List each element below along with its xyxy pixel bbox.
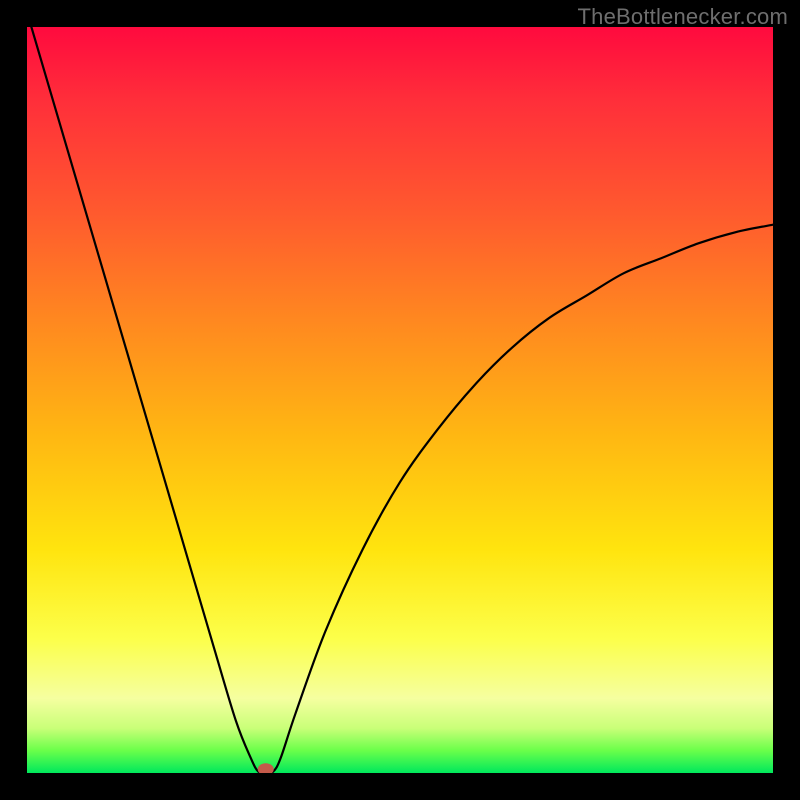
optimal-point-marker <box>258 763 274 773</box>
chart-frame: TheBottlenecker.com <box>0 0 800 800</box>
curve-layer <box>27 27 773 773</box>
bottleneck-curve-path <box>27 27 773 773</box>
bottleneck-curve <box>27 27 773 773</box>
plot-area <box>27 27 773 773</box>
watermark-text: TheBottlenecker.com <box>578 4 788 30</box>
